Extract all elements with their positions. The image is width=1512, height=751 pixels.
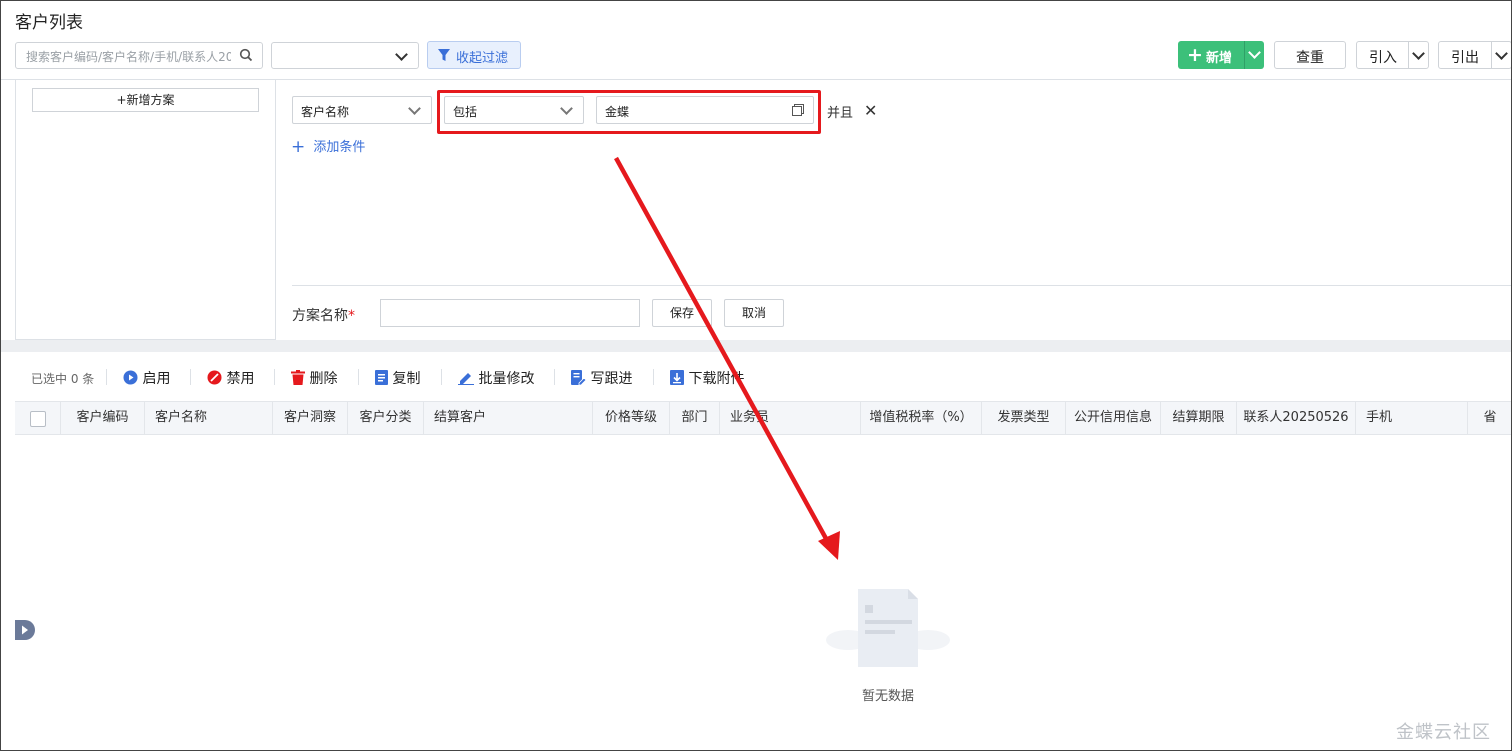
required-mark: * xyxy=(348,308,355,324)
disable-button[interactable]: 禁用 xyxy=(207,368,254,388)
toolbar-divider xyxy=(358,369,359,385)
follow-up-label: 写跟进 xyxy=(590,371,633,387)
selected-count: 已选中 0 条 xyxy=(31,372,95,386)
highlight-box xyxy=(437,90,821,134)
search-icon[interactable] xyxy=(239,48,253,66)
section-divider xyxy=(0,340,1512,352)
column-header[interactable]: 客户分类 xyxy=(348,402,424,434)
column-header[interactable]: 结算期限 xyxy=(1161,402,1237,434)
follow-up-button[interactable]: 写跟进 xyxy=(571,368,632,388)
column-header[interactable]: 客户编码 xyxy=(61,402,145,434)
plus-icon: + xyxy=(1187,44,1203,66)
chevron-down-icon xyxy=(395,48,408,61)
copy-button[interactable]: 复制 xyxy=(375,368,420,388)
download-attachment-button[interactable]: 下载附件 xyxy=(670,368,744,388)
column-header[interactable]: 增值税税率（%） xyxy=(861,402,982,434)
cancel-button[interactable]: 取消 xyxy=(724,299,784,327)
toolbar-divider xyxy=(190,369,191,385)
filter-divider xyxy=(292,285,1512,286)
ban-icon xyxy=(207,370,222,387)
toolbar-divider xyxy=(441,369,442,385)
empty-illustration-icon xyxy=(818,585,958,670)
note-edit-icon xyxy=(571,370,587,387)
import-label: 引入 xyxy=(1369,50,1397,66)
column-header[interactable]: 省 xyxy=(1468,402,1512,434)
chevron-down-icon[interactable] xyxy=(1248,46,1261,59)
empty-text: 暂无数据 xyxy=(861,689,914,704)
download-attachment-label: 下载附件 xyxy=(688,371,745,387)
scheme-name-label-text: 方案名称 xyxy=(292,308,348,324)
column-header[interactable]: 公开信用信息 xyxy=(1066,402,1161,434)
plus-icon: + xyxy=(291,137,306,157)
delete-button[interactable]: 删除 xyxy=(291,368,337,388)
add-scheme-button[interactable]: +新增方案 xyxy=(32,88,259,112)
filter-icon xyxy=(438,49,450,66)
search-input[interactable]: 搜索客户编码/客户名称/手机/联系人2025 xyxy=(15,42,263,69)
toolbar-divider xyxy=(106,369,107,385)
new-button[interactable]: + 新增 xyxy=(1178,41,1264,69)
delete-label: 删除 xyxy=(309,371,338,387)
expand-panel-icon[interactable] xyxy=(15,620,35,640)
logic-label: 并且 xyxy=(827,106,854,121)
column-header[interactable]: 价格等级 xyxy=(593,402,670,434)
column-header[interactable]: 联系人20250526 xyxy=(1237,402,1356,434)
batch-edit-button[interactable]: 批量修改 xyxy=(458,368,534,388)
download-icon xyxy=(670,370,684,387)
column-header[interactable]: 手机 xyxy=(1356,402,1468,434)
export-button[interactable]: 引出 xyxy=(1438,41,1512,69)
column-header[interactable]: 部门 xyxy=(670,402,720,434)
column-header[interactable]: 客户洞察 xyxy=(273,402,348,434)
toolbar-divider xyxy=(274,369,275,385)
condition-field-value: 客户名称 xyxy=(301,105,350,119)
condition-field-select[interactable]: 客户名称 xyxy=(292,96,432,124)
chevron-down-icon[interactable] xyxy=(1495,47,1508,60)
pencil-icon xyxy=(458,371,474,387)
document-copy-icon xyxy=(375,370,388,387)
column-header[interactable]: 结算客户 xyxy=(424,402,593,434)
scheme-panel xyxy=(15,80,276,340)
play-circle-icon xyxy=(123,370,138,387)
select-all-checkbox[interactable] xyxy=(30,411,46,427)
chevron-down-icon[interactable] xyxy=(1412,47,1425,60)
column-header[interactable]: 业务员 xyxy=(720,402,861,434)
page-title: 客户列表 xyxy=(15,13,83,33)
toolbar-divider xyxy=(653,369,654,385)
collapse-filter-button[interactable]: 收起过滤 xyxy=(427,41,521,69)
enable-button[interactable]: 启用 xyxy=(123,368,170,388)
export-label: 引出 xyxy=(1451,50,1479,66)
trash-icon xyxy=(291,370,305,387)
copy-label: 复制 xyxy=(392,371,421,387)
new-button-divider xyxy=(1244,41,1245,69)
select-all-cell xyxy=(15,402,61,434)
check-duplicate-button[interactable]: 查重 xyxy=(1274,41,1346,69)
enable-label: 启用 xyxy=(142,371,171,387)
close-icon[interactable]: ✕ xyxy=(864,101,877,120)
column-header[interactable]: 客户名称 xyxy=(145,402,273,434)
chevron-down-icon xyxy=(408,102,421,115)
column-header[interactable]: 发票类型 xyxy=(982,402,1066,434)
new-button-label: 新增 xyxy=(1206,51,1233,66)
batch-edit-label: 批量修改 xyxy=(478,371,535,387)
save-button[interactable]: 保存 xyxy=(652,299,712,327)
scheme-name-input[interactable] xyxy=(380,299,640,327)
import-divider xyxy=(1408,42,1409,68)
export-divider xyxy=(1491,42,1492,68)
scheme-select[interactable] xyxy=(271,42,419,69)
disable-label: 禁用 xyxy=(226,371,255,387)
collapse-filter-label: 收起过滤 xyxy=(456,51,509,66)
import-button[interactable]: 引入 xyxy=(1356,41,1429,69)
scheme-name-label: 方案名称* xyxy=(292,305,355,325)
table-header: 客户编码 客户名称 客户洞察 客户分类 结算客户 价格等级 部门 业务员 增值税… xyxy=(15,401,1512,435)
watermark: 金蝶云社区 xyxy=(1396,722,1491,743)
add-condition-label: 添加条件 xyxy=(313,140,366,155)
toolbar-divider xyxy=(554,369,555,385)
add-condition-button[interactable]: + 添加条件 xyxy=(291,136,365,157)
check-duplicate-label: 查重 xyxy=(1296,50,1324,66)
search-placeholder: 搜索客户编码/客户名称/手机/联系人2025 xyxy=(26,50,231,64)
